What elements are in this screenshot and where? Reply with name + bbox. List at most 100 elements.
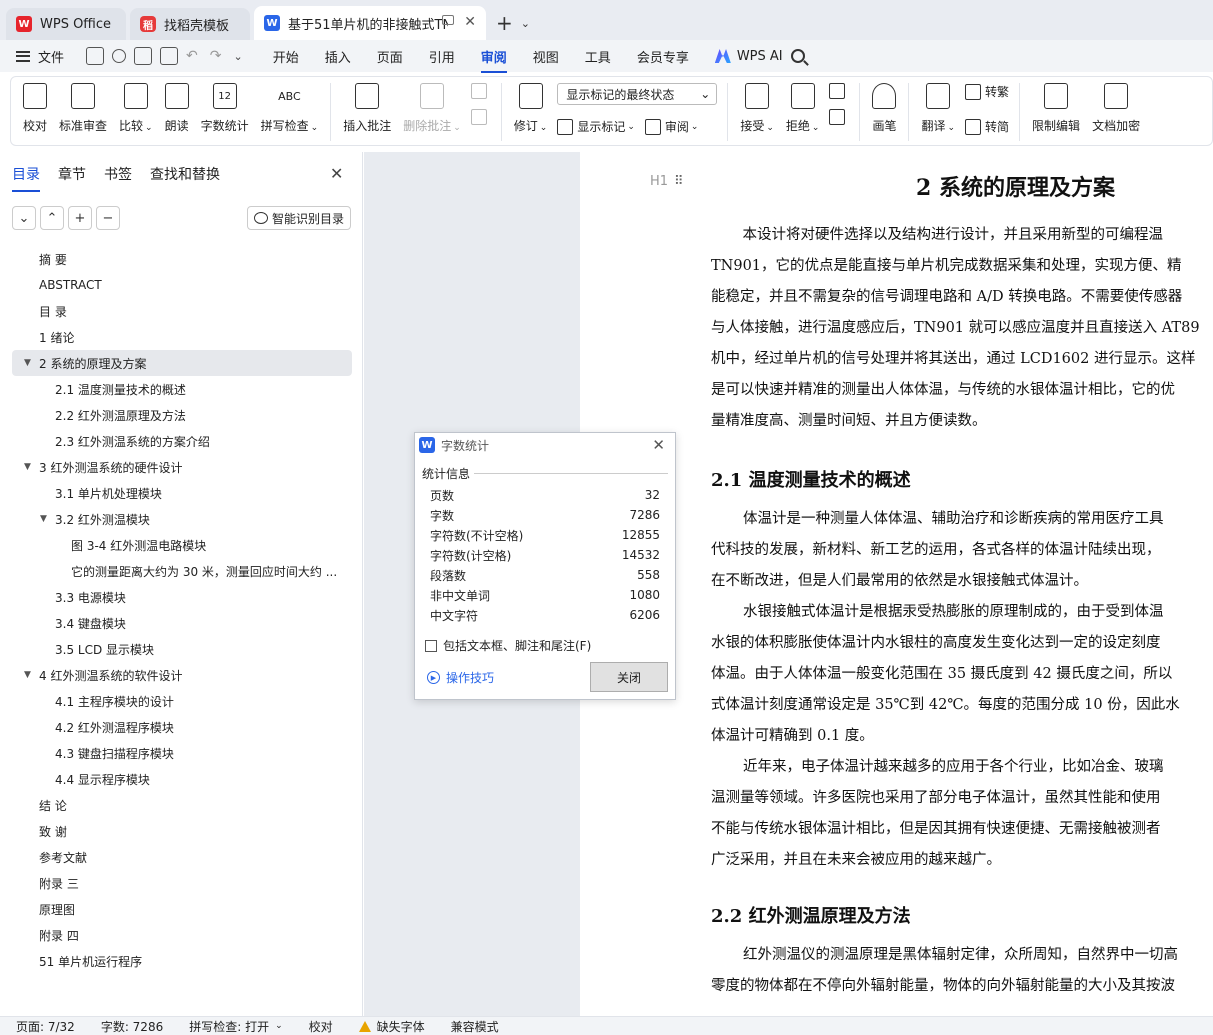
dialog-close-icon[interactable]: ✕ [652, 436, 665, 454]
reject-button[interactable]: 拒绝 ⌄ [780, 83, 826, 134]
wps-ai-button[interactable]: WPS AI [714, 49, 805, 64]
expand-up-icon[interactable]: ⌃ [40, 206, 64, 230]
toc-item[interactable]: 它的测量距离大约为 30 米，测量回应时间大约 ... [12, 558, 352, 584]
checkbox-box[interactable] [425, 639, 437, 652]
toc-item[interactable]: 4.3 键盘扫描程序模块 [12, 740, 352, 766]
status-spell-check[interactable]: 拼写检查: 打开 ⌄ [189, 1018, 282, 1035]
search-icon[interactable] [790, 49, 805, 63]
toc-item[interactable]: 3.3 电源模块 [12, 584, 352, 610]
share-icon[interactable] [112, 49, 127, 63]
print-icon[interactable] [134, 47, 153, 65]
accept-button[interactable]: 接受 ⌄ [734, 83, 780, 134]
expand-caret-icon[interactable]: ▼ [24, 462, 31, 472]
toc-item[interactable]: 3.1 单片机处理模块 [12, 480, 352, 506]
toc-item[interactable]: 致 谢 [12, 818, 352, 844]
expand-caret-icon[interactable]: ▼ [24, 670, 31, 680]
expand-caret-icon[interactable]: ▼ [40, 514, 47, 524]
menu-home[interactable]: 开始 [273, 47, 299, 66]
status-proofread[interactable]: 校对 [309, 1018, 333, 1035]
toc-item[interactable]: ABSTRACT [12, 272, 352, 298]
menu-review[interactable]: 审阅 [480, 47, 507, 73]
doc-encrypt-button[interactable]: 文档加密 [1086, 83, 1146, 134]
nav-tab-bookmarks[interactable]: 书签 [104, 164, 132, 184]
toc-item[interactable]: 2.1 温度测量技术的概述 [12, 376, 352, 402]
compare-button[interactable]: 比较 ⌄ [113, 83, 159, 134]
previous-comment-icon[interactable] [470, 83, 487, 99]
tips-link[interactable]: ▶ 操作技巧 [427, 669, 494, 686]
toc-item[interactable]: 附录 三 [12, 870, 352, 896]
toc-item[interactable]: 3.5 LCD 显示模块 [12, 636, 352, 662]
toc-item[interactable]: ▼ 3 红外测温系统的硬件设计 [12, 454, 352, 480]
chevron-down-icon[interactable]: ⌄ [521, 17, 530, 30]
collapse-all-icon[interactable]: ⌄ [12, 206, 36, 230]
new-tab-plus-icon[interactable]: + [496, 11, 513, 35]
undo-icon[interactable]: ↶ [186, 48, 198, 64]
to-traditional-button[interactable]: 转繁 [965, 83, 1009, 100]
toc-item[interactable]: 参考文献 [12, 844, 352, 870]
nav-tab-find-replace[interactable]: 查找和替换 [150, 164, 220, 184]
remove-heading-icon[interactable]: − [96, 206, 120, 230]
toc-item[interactable]: 1 绪论 [12, 324, 352, 350]
review-pane-button[interactable]: 审阅 ⌄ [644, 118, 698, 135]
show-markup-button[interactable]: 显示标记 ⌄ [557, 118, 635, 135]
nav-tab-toc[interactable]: 目录 [12, 164, 40, 192]
toc-item[interactable]: 3.4 键盘模块 [12, 610, 352, 636]
add-heading-icon[interactable]: + [68, 206, 92, 230]
revise-button[interactable]: 修订 ⌄ [508, 83, 554, 134]
toc-item[interactable]: 51 单片机运行程序 [12, 948, 352, 974]
save-icon[interactable] [86, 47, 105, 65]
toc-item[interactable]: 4.2 红外测温程序模块 [12, 714, 352, 740]
pen-button[interactable]: 画笔 [866, 83, 902, 134]
translate-button[interactable]: 翻译 ⌄ [915, 83, 961, 134]
next-comment-icon[interactable] [470, 109, 487, 125]
print-preview-icon[interactable] [160, 47, 179, 65]
status-missing-font[interactable]: 缺失字体 [358, 1018, 425, 1035]
drag-handle-icon[interactable]: ⠿ [674, 174, 683, 189]
tab-current-document[interactable]: W 基于51单片机的非接触式TN90 ✕ [254, 6, 486, 40]
tab-docer-templates[interactable]: 稻 找稻壳模板 [130, 8, 250, 40]
standard-review-button[interactable]: 标准审查 [53, 83, 113, 134]
monitor-icon[interactable] [442, 15, 454, 25]
toc-item[interactable]: 2.3 红外测温系统的方案介绍 [12, 428, 352, 454]
toc-item[interactable]: 4.1 主程序模块的设计 [12, 688, 352, 714]
insert-comment-button[interactable]: 插入批注 [337, 83, 397, 134]
toc-item[interactable]: 结 论 [12, 792, 352, 818]
toc-item[interactable]: 4.4 显示程序模块 [12, 766, 352, 792]
read-aloud-button[interactable]: 朗读 [159, 83, 195, 134]
proofread-button[interactable]: 校对 [17, 83, 53, 134]
markup-display-select[interactable]: 显示标记的最终状态 ⌄ [557, 83, 718, 105]
close-icon[interactable]: ✕ [330, 164, 343, 183]
smart-toc-button[interactable]: 智能识别目录 [247, 206, 351, 230]
to-simplified-button[interactable]: 转简 [965, 118, 1009, 135]
spell-check-button[interactable]: ABC 拼写检查 ⌄ [255, 83, 325, 134]
restrict-edit-button[interactable]: 限制编辑 [1026, 83, 1086, 134]
toc-item[interactable]: 图 3-4 红外测温电路模块 [12, 532, 352, 558]
expand-caret-icon[interactable]: ▼ [24, 358, 31, 368]
redo-icon[interactable]: ↷ [210, 48, 222, 64]
file-menu[interactable]: 文件 [16, 47, 64, 66]
menu-view[interactable]: 视图 [533, 47, 559, 66]
nav-tab-sections[interactable]: 章节 [58, 164, 86, 184]
toc-item[interactable]: ▼ 3.2 红外测温模块 [12, 506, 352, 532]
delete-comment-button[interactable]: 删除批注 ⌄ [397, 83, 467, 134]
tab-close-icon[interactable]: ✕ [464, 14, 476, 30]
toc-item[interactable]: 摘 要 [12, 246, 352, 272]
menu-member[interactable]: 会员专享 [637, 47, 689, 66]
toc-item[interactable]: ▼ 2 系统的原理及方案 [12, 350, 352, 376]
word-count-button[interactable]: 12 字数统计 [195, 83, 255, 134]
toc-item[interactable]: 附录 四 [12, 922, 352, 948]
toc-item[interactable]: 目 录 [12, 298, 352, 324]
chevron-down-icon[interactable]: ⌄ [233, 50, 242, 63]
menu-reference[interactable]: 引用 [429, 47, 455, 66]
toc-item[interactable]: 原理图 [12, 896, 352, 922]
include-footnotes-checkbox[interactable]: 包括文本框、脚注和尾注(F) [425, 637, 591, 654]
close-button[interactable]: 关闭 [590, 662, 668, 692]
next-change-icon[interactable] [829, 109, 846, 125]
tab-wps-office[interactable]: W WPS Office [6, 8, 126, 40]
menu-insert[interactable]: 插入 [325, 47, 351, 66]
status-page[interactable]: 页面: 7/32 [16, 1018, 75, 1035]
heading-marker[interactable]: H1 ⠿ [650, 174, 683, 189]
status-words[interactable]: 字数: 7286 [101, 1018, 163, 1035]
toc-item[interactable]: ▼ 4 红外测温系统的软件设计 [12, 662, 352, 688]
toc-item[interactable]: 2.2 红外测温原理及方法 [12, 402, 352, 428]
